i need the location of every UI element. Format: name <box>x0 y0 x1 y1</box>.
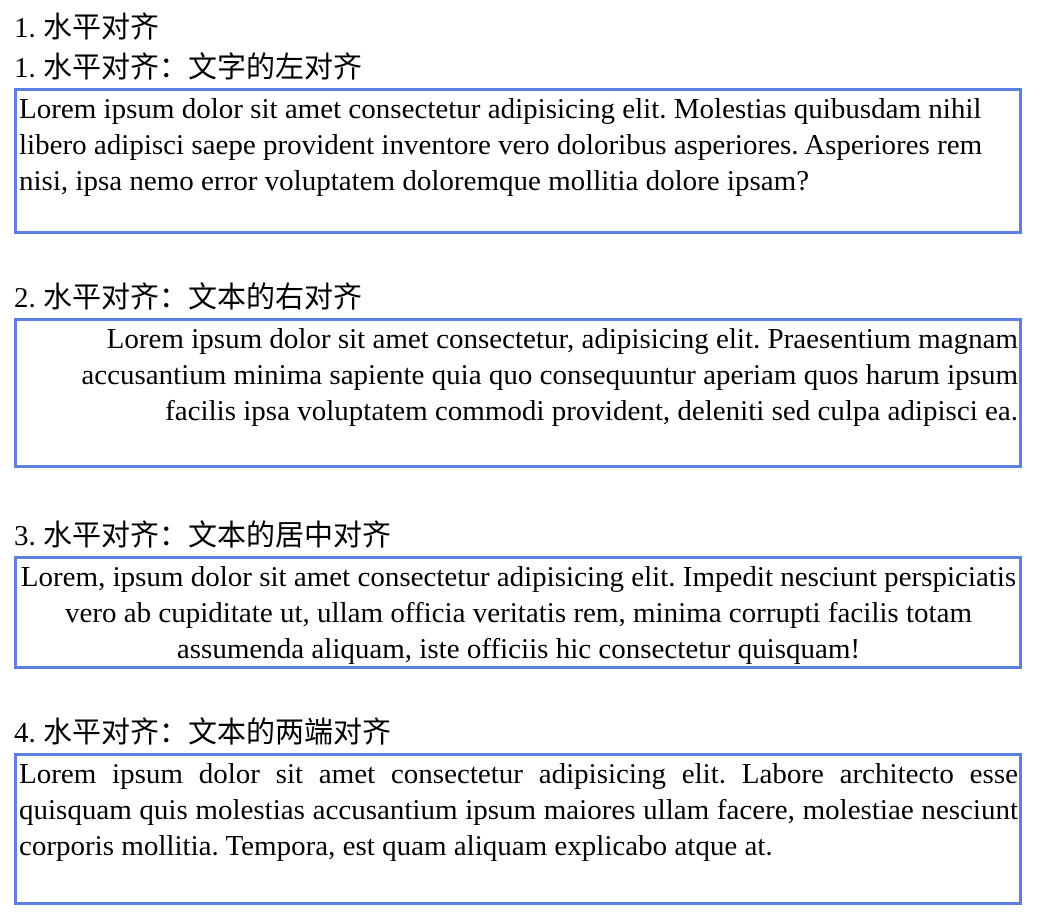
section-title-left: 1. 水平对齐：文字的左对齐 <box>14 52 363 84</box>
section-justify-align: 4. 水平对齐：文本的两端对齐 Lorem ipsum dolor sit am… <box>14 713 1040 905</box>
section-title-justify: 4. 水平对齐：文本的两端对齐 <box>14 717 392 749</box>
section-title-right: 2. 水平对齐：文本的右对齐 <box>14 282 363 314</box>
section-center-align: 3. 水平对齐：文本的居中对齐 Lorem, ipsum dolor sit a… <box>14 516 1040 669</box>
section-title-center: 3. 水平对齐：文本的居中对齐 <box>14 520 392 552</box>
justified-text-box: Lorem ipsum dolor sit amet consectetur a… <box>14 753 1022 905</box>
section-right-align: 2. 水平对齐：文本的右对齐 Lorem ipsum dolor sit ame… <box>14 278 1040 468</box>
section-left-align: 1. 水平对齐：文字的左对齐 Lorem ipsum dolor sit ame… <box>14 48 1040 234</box>
page-heading: 1. 水平对齐 <box>14 12 160 44</box>
right-aligned-text-box: Lorem ipsum dolor sit amet consectetur, … <box>14 318 1022 468</box>
left-aligned-text-box: Lorem ipsum dolor sit amet consectetur a… <box>14 88 1022 234</box>
center-aligned-text-box: Lorem, ipsum dolor sit amet consectetur … <box>14 556 1022 669</box>
